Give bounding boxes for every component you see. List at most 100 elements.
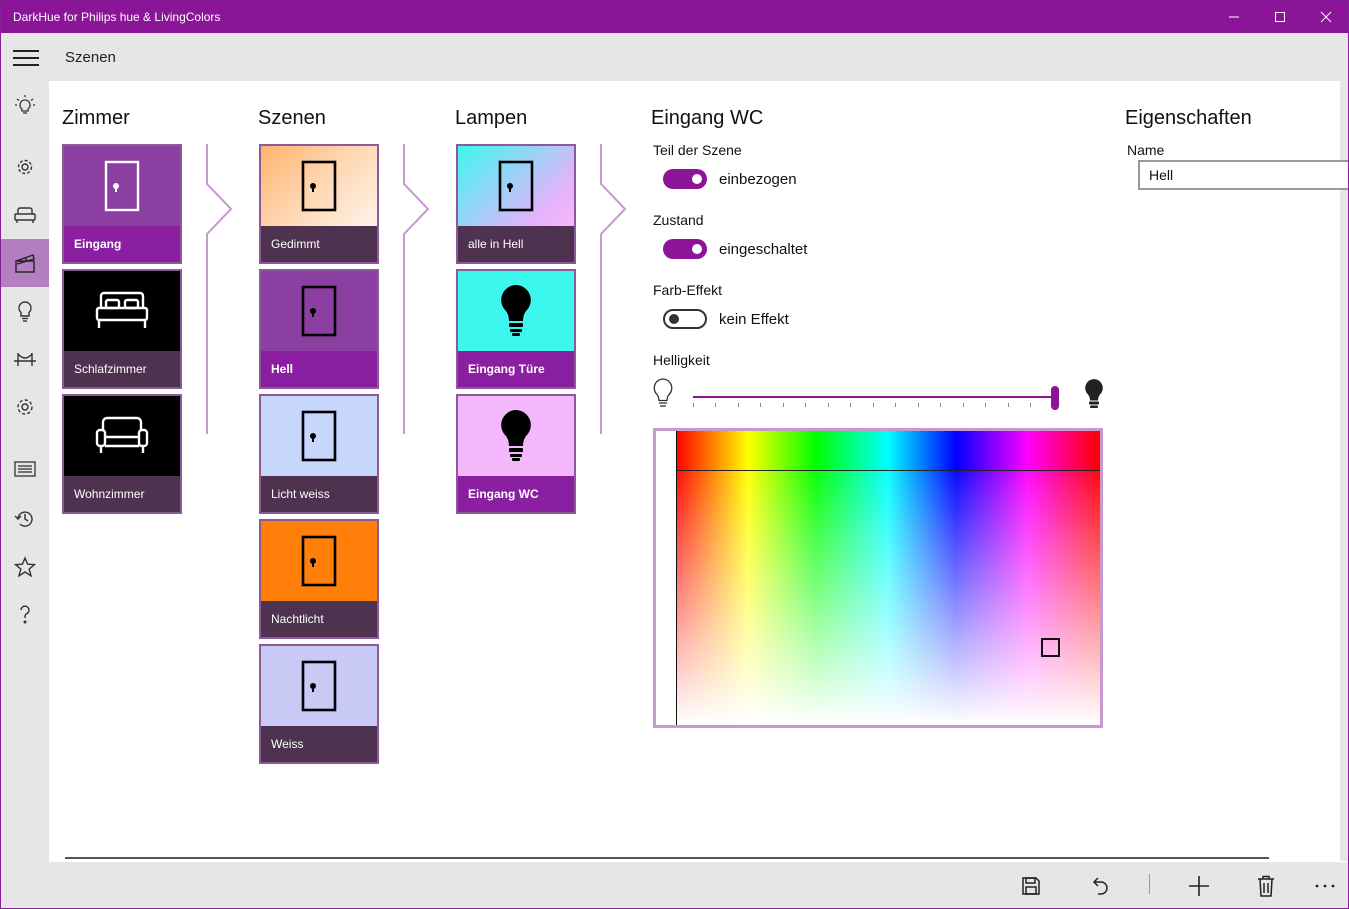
- tile-art: [458, 396, 574, 476]
- lamps-column-title: Lampen: [455, 107, 528, 129]
- more-button[interactable]: [1303, 862, 1347, 908]
- tile-label: alle in Hell: [458, 226, 574, 262]
- undo-button[interactable]: [1077, 862, 1121, 908]
- add-button[interactable]: [1177, 862, 1221, 908]
- door-icon: [301, 535, 337, 587]
- color-effect-value: kein Effekt: [719, 311, 789, 328]
- save-button[interactable]: [1009, 862, 1053, 908]
- nav-item-rooms[interactable]: [1, 191, 49, 239]
- door-icon: [301, 285, 337, 337]
- slider-tick: [850, 403, 851, 407]
- clapperboard-icon: [15, 254, 35, 273]
- hamburger-menu-button[interactable]: [11, 47, 41, 69]
- bottom-divider: [65, 857, 1269, 859]
- brightness-slider[interactable]: [693, 386, 1065, 410]
- scene-tile-nachtlicht[interactable]: Nachtlicht: [259, 519, 379, 639]
- color-picker[interactable]: [653, 428, 1103, 728]
- properties-title: Eigenschaften: [1125, 107, 1252, 129]
- tile-label: Wohnzimmer: [64, 476, 180, 512]
- scene-tile-licht-weiss[interactable]: Licht weiss: [259, 394, 379, 514]
- room-tile-schlafzimmer[interactable]: Schlafzimmer: [62, 269, 182, 389]
- tile-label: Nachtlicht: [261, 601, 377, 637]
- nav-item-lights[interactable]: [1, 81, 49, 129]
- sofa-icon: [95, 416, 149, 453]
- more-icon: [1315, 884, 1335, 888]
- color-picker-canvas[interactable]: [676, 431, 1100, 725]
- toggle-knob: [692, 244, 702, 254]
- room-tile-eingang[interactable]: Eingang: [62, 144, 182, 264]
- scene-tile-hell[interactable]: Hell: [259, 269, 379, 389]
- lightbulb-icon: [18, 301, 32, 322]
- scene-tile-weiss[interactable]: Weiss: [259, 644, 379, 764]
- hamburger-icon: [13, 50, 39, 66]
- nav-item-help[interactable]: [1, 591, 49, 639]
- nav-item-history[interactable]: [1, 495, 49, 543]
- close-button[interactable]: [1303, 1, 1348, 33]
- bridge-icon: [14, 353, 36, 366]
- slider-tick: [828, 403, 829, 407]
- scene-tile-gedimmt[interactable]: Gedimmt: [259, 144, 379, 264]
- name-label: Name: [1127, 142, 1165, 158]
- lamp-tile-alle-in-hell[interactable]: alle in Hell: [456, 144, 576, 264]
- slider-tick: [715, 403, 716, 407]
- column-separator: [403, 144, 430, 434]
- tile-art: [261, 146, 377, 226]
- color-picker-marker[interactable]: [1041, 638, 1060, 657]
- name-input[interactable]: Hell: [1138, 160, 1348, 190]
- column-separator: [600, 144, 627, 434]
- detail-title: Eingang WC: [651, 107, 764, 129]
- delete-icon: [1258, 875, 1274, 897]
- picker-divider: [676, 431, 677, 725]
- color-effect-toggle[interactable]: [663, 309, 707, 329]
- tile-art: [64, 146, 180, 226]
- slider-track: [693, 396, 1059, 398]
- tile-art: [261, 271, 377, 351]
- tile-label: Schlafzimmer: [64, 351, 180, 387]
- door-icon: [301, 410, 337, 462]
- door-icon: [301, 160, 337, 212]
- nav-item-gear[interactable]: [1, 143, 49, 191]
- title-bar: DarkHue for Philips hue & LivingColors: [1, 1, 1348, 33]
- page-title: Szenen: [65, 49, 116, 66]
- save-icon: [1022, 877, 1040, 895]
- room-tile-wohnzimmer[interactable]: Wohnzimmer: [62, 394, 182, 514]
- slider-tick: [738, 403, 739, 407]
- tile-art: [261, 396, 377, 476]
- window-title: DarkHue for Philips hue & LivingColors: [13, 10, 221, 24]
- nav-item-scenes[interactable]: [1, 239, 49, 287]
- nav-item-lamps[interactable]: [1, 287, 49, 335]
- tile-label: Eingang Türe: [458, 351, 574, 387]
- saturation-gradient: [676, 431, 1100, 725]
- settings-icon: [17, 399, 33, 415]
- star-icon: [14, 556, 36, 578]
- maximize-button[interactable]: [1257, 1, 1303, 33]
- slider-tick: [805, 403, 806, 407]
- tile-art: [261, 521, 377, 601]
- slider-tick: [985, 403, 986, 407]
- tile-art: [64, 396, 180, 476]
- help-icon: [20, 605, 30, 624]
- state-value: eingeschaltet: [719, 241, 808, 258]
- hue-band: [676, 431, 1100, 471]
- minimize-button[interactable]: [1211, 1, 1257, 33]
- part-of-scene-toggle[interactable]: [663, 169, 707, 189]
- nav-item-favorites[interactable]: [1, 543, 49, 591]
- door-icon: [301, 660, 337, 712]
- slider-tick: [760, 403, 761, 407]
- nav-item-bridge[interactable]: [1, 335, 49, 383]
- state-toggle[interactable]: [663, 239, 707, 259]
- slider-thumb[interactable]: [1051, 386, 1059, 410]
- part-of-scene-value: einbezogen: [719, 171, 797, 188]
- vertical-scrollbar[interactable]: [1340, 81, 1348, 861]
- nav-item-settings[interactable]: [1, 383, 49, 431]
- door-icon: [104, 160, 140, 212]
- lamp-tile-eingang-tuere[interactable]: Eingang Türe: [456, 269, 576, 389]
- delete-button[interactable]: [1244, 862, 1288, 908]
- tile-label: Hell: [261, 351, 377, 387]
- maximize-icon: [1275, 12, 1285, 22]
- app-header: Szenen: [1, 33, 1348, 81]
- nav-item-log[interactable]: [1, 446, 49, 494]
- slider-tick: [873, 403, 874, 407]
- bed-icon: [95, 291, 149, 328]
- lamp-tile-eingang-wc[interactable]: Eingang WC: [456, 394, 576, 514]
